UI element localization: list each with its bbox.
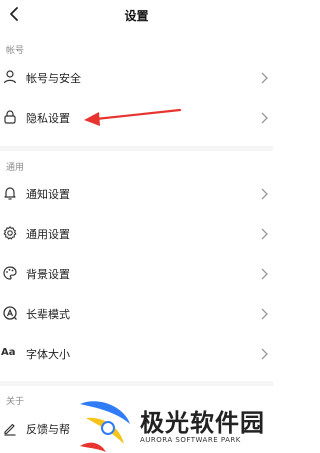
settings-row-label: 通用设置: [26, 228, 70, 241]
font-size-icon: Aa: [1, 347, 16, 358]
section-label-general: 通用: [6, 163, 25, 173]
settings-row-privacy[interactable]: 隐私设置: [0, 99, 273, 137]
top-bar: 设置: [0, 0, 273, 30]
chevron-right-icon: [261, 112, 268, 124]
chevron-right-icon: [261, 188, 268, 200]
elder-mode-icon: [3, 306, 17, 320]
section-label-about: 关于: [6, 397, 25, 407]
section-label-account: 帐号: [6, 46, 25, 56]
watermark-title: 极光软件园: [140, 409, 265, 437]
settings-row-label: 长辈模式: [26, 308, 70, 321]
bell-icon: [4, 187, 16, 200]
chevron-right-icon: [261, 348, 268, 360]
chevron-right-icon: [261, 228, 268, 240]
settings-row-label: 通知设置: [26, 188, 70, 201]
settings-row-label: 反馈与帮: [26, 423, 70, 436]
chevron-right-icon: [261, 268, 268, 280]
chevron-right-icon: [261, 308, 268, 320]
palette-icon: [3, 266, 17, 280]
chevron-right-icon: [261, 72, 268, 84]
gear-icon: [3, 226, 17, 240]
section-divider: [0, 146, 273, 151]
settings-row-label: 字体大小: [26, 348, 70, 361]
settings-row-account-security[interactable]: 帐号与安全: [0, 59, 273, 97]
settings-row-general[interactable]: 通用设置: [0, 215, 273, 253]
settings-row-notifications[interactable]: 通知设置: [0, 175, 273, 213]
lock-icon: [4, 110, 16, 124]
watermark-subtitle: AURORA SOFTWARE PARK: [140, 436, 241, 444]
settings-row-label: 帐号与安全: [26, 72, 81, 85]
settings-row-font-size[interactable]: Aa 字体大小: [0, 335, 273, 373]
settings-row-elder-mode[interactable]: 长辈模式: [0, 295, 273, 333]
section-divider: [0, 381, 273, 386]
settings-row-label: 背景设置: [26, 268, 70, 281]
page-title: 设置: [124, 9, 149, 23]
edit-icon: [4, 423, 16, 436]
settings-row-label: 隐私设置: [26, 112, 70, 125]
person-icon: [3, 70, 17, 84]
settings-row-background[interactable]: 背景设置: [0, 255, 273, 293]
